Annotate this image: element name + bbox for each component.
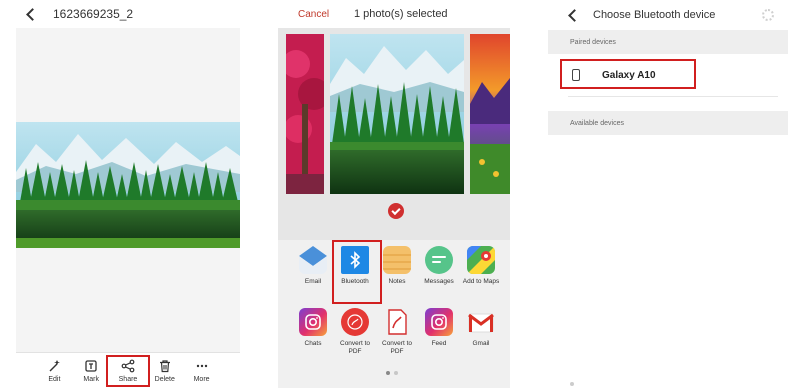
page-indicator	[386, 371, 398, 375]
photo-viewer[interactable]	[16, 28, 240, 352]
page-dot	[394, 371, 398, 375]
share-convert-pdf-2[interactable]: Convert to PDF	[378, 308, 416, 364]
bluetooth-label: Bluetooth	[341, 278, 369, 285]
device-row-galaxy-a10[interactable]: Galaxy A10	[548, 54, 788, 96]
add-to-maps-label: Add to Maps	[462, 278, 500, 285]
mark-label: Mark	[83, 375, 99, 383]
paired-devices-header: Paired devices	[548, 30, 788, 54]
scanning-spinner-icon	[762, 9, 774, 21]
share-panel: Cancel 1 photo(s) selected Email Bluetoo…	[278, 0, 510, 388]
bluetooth-panel: Choose Bluetooth device Paired devices G…	[548, 0, 788, 388]
share-apps-grid: Email Bluetooth Notes Messages Add to Ma…	[294, 240, 508, 364]
wand-icon	[49, 359, 61, 371]
bluetooth-icon	[341, 246, 369, 274]
selected-check-icon[interactable]	[388, 203, 404, 219]
convert-pdf-label-1: Convert to PDF	[340, 340, 370, 355]
messages-label: Messages	[424, 278, 454, 285]
share-notes[interactable]: Notes	[378, 246, 416, 302]
edit-button[interactable]: Edit	[36, 359, 72, 383]
delete-button[interactable]: Delete	[147, 359, 183, 383]
gmail-icon	[467, 308, 495, 336]
share-gmail[interactable]: Gmail	[462, 308, 500, 364]
mark-icon	[85, 359, 97, 372]
photo-title: 1623669235_2	[53, 7, 134, 21]
page-dot-active	[386, 371, 390, 375]
gmail-label: Gmail	[472, 340, 490, 347]
gallery-header: 1623669235_2	[12, 0, 248, 28]
share-email[interactable]: Email	[294, 246, 332, 302]
messages-icon	[425, 246, 453, 274]
share-button[interactable]: Share	[105, 354, 150, 387]
cancel-button[interactable]: Cancel	[298, 9, 329, 20]
share-icon	[121, 359, 135, 372]
thumbnail-next[interactable]	[470, 34, 510, 194]
share-chats[interactable]: Chats	[294, 308, 332, 364]
notes-label: Notes	[388, 278, 406, 285]
back-arrow-icon[interactable]	[26, 7, 39, 21]
email-icon	[299, 246, 327, 274]
home-indicator	[570, 382, 574, 386]
thumbnail-selected[interactable]	[330, 34, 464, 194]
instagram-icon	[299, 308, 327, 336]
feed-label: Feed	[431, 340, 447, 347]
email-label: Email	[304, 278, 322, 285]
available-devices-header: Available devices	[548, 111, 788, 135]
pdf-doc-icon	[383, 308, 411, 336]
thumbnail-prev[interactable]	[286, 34, 324, 194]
highlight-box	[560, 59, 696, 89]
instagram-icon	[425, 308, 453, 336]
photo-carousel[interactable]	[278, 28, 510, 240]
bluetooth-header: Choose Bluetooth device	[548, 0, 788, 30]
share-add-to-maps[interactable]: Add to Maps	[462, 246, 500, 302]
share-bluetooth[interactable]: Bluetooth	[332, 240, 382, 304]
back-arrow-icon[interactable]	[568, 8, 581, 22]
chats-label: Chats	[304, 340, 322, 347]
delete-label: Delete	[154, 375, 175, 383]
mark-button[interactable]: Mark	[73, 359, 109, 383]
share-label: Share	[118, 375, 138, 383]
selection-count: 1 photo(s) selected	[354, 8, 448, 20]
more-button[interactable]: More	[184, 359, 220, 383]
gallery-panel: 1623669235_2 Edit Mark Share Delete More	[12, 0, 248, 388]
convert-pdf-label-2: Convert to PDF	[382, 340, 412, 355]
trash-icon	[159, 359, 170, 372]
share-feed[interactable]: Feed	[420, 308, 458, 364]
share-convert-pdf-1[interactable]: Convert to PDF	[336, 308, 374, 364]
share-messages[interactable]: Messages	[420, 246, 458, 302]
bluetooth-title: Choose Bluetooth device	[593, 9, 716, 21]
landscape-photo[interactable]	[16, 122, 240, 248]
more-label: More	[193, 375, 210, 383]
share-header: Cancel 1 photo(s) selected	[278, 0, 510, 28]
more-dots-icon	[196, 364, 207, 367]
notes-icon	[383, 246, 411, 274]
maps-icon	[467, 246, 495, 274]
gallery-toolbar: Edit Mark Share Delete More	[16, 352, 240, 388]
pdf-icon	[341, 308, 369, 336]
edit-label: Edit	[48, 375, 61, 383]
